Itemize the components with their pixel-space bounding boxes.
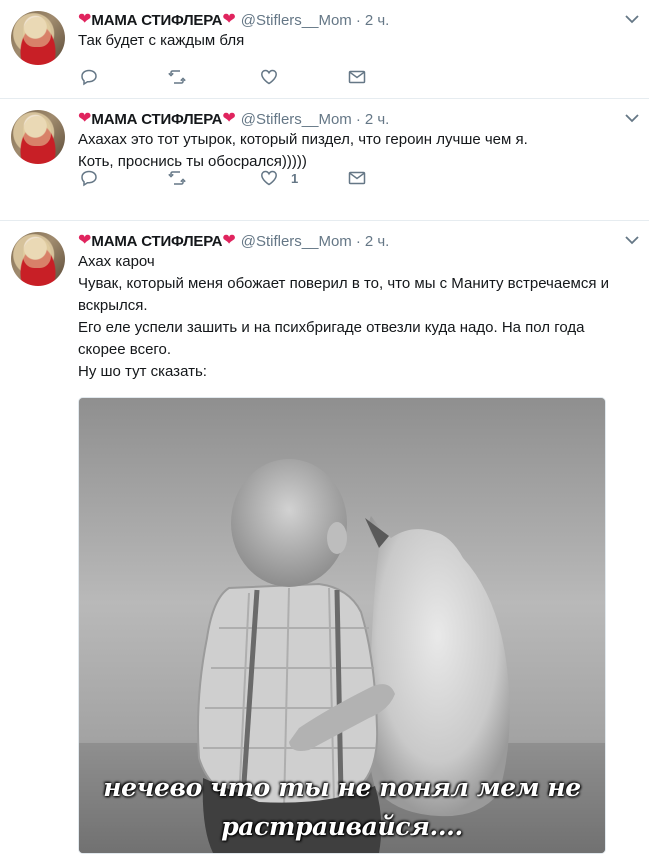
timestamp[interactable]: 2 ч.	[365, 111, 390, 128]
message-icon	[348, 171, 366, 185]
username[interactable]: @Stiflers__Mom	[241, 233, 352, 250]
username[interactable]: @Stiflers__Mom	[241, 111, 352, 128]
like-button[interactable]	[259, 66, 279, 88]
tweet-text: Ахах кароч Чувак, который меня обожает п…	[78, 251, 635, 383]
retweet-button[interactable]	[167, 66, 187, 88]
like-button[interactable]: 1	[259, 167, 298, 189]
tweet-text-line: Его еле успели зашить и на психбригаде о…	[78, 319, 585, 358]
chevron-down-icon[interactable]	[624, 14, 640, 24]
tweet-header: ❤ МАМА СТИФЛЕРА ❤ @Stiflers__Mom · 2 ч.	[78, 108, 649, 130]
separator-dot: ·	[355, 11, 361, 29]
heart-emoji-icon: ❤	[222, 11, 236, 28]
tweet-text-line: Ахах кароч	[78, 253, 155, 270]
display-name[interactable]: МАМА СТИФЛЕРА	[91, 233, 222, 250]
heart-emoji-icon: ❤	[78, 232, 92, 249]
image-caption: растраивайся....	[221, 812, 463, 841]
tweet-header: ❤ МАМА СТИФЛЕРА ❤ @Stiflers__Mom · 2 ч.	[78, 9, 649, 31]
message-icon	[348, 70, 366, 84]
like-icon	[261, 69, 277, 85]
tweet-text-line: Чувак, который меня обожает поверил в то…	[78, 275, 610, 314]
heart-emoji-icon: ❤	[78, 11, 92, 28]
message-button[interactable]	[347, 167, 367, 189]
reply-button[interactable]	[79, 66, 99, 88]
message-button[interactable]	[347, 66, 367, 88]
tweet-text-line: Так будет с каждым бля	[78, 32, 245, 49]
tweet[interactable]: ❤ МАМА СТИФЛЕРА ❤ @Stiflers__Mom · 2 ч. …	[0, 221, 649, 858]
tweet[interactable]: ❤ МАМА СТИФЛЕРА ❤ @Stiflers__Mom · 2 ч. …	[0, 99, 649, 221]
tweet-header: ❤ МАМА СТИФЛЕРА ❤ @Stiflers__Mom · 2 ч.	[78, 230, 649, 252]
display-name[interactable]: МАМА СТИФЛЕРА	[91, 111, 222, 128]
avatar[interactable]	[11, 110, 65, 164]
separator-dot: ·	[355, 110, 361, 128]
tweet-text: Так будет с каждым бля	[78, 30, 635, 52]
timestamp[interactable]: 2 ч.	[365, 233, 390, 250]
avatar[interactable]	[11, 11, 65, 65]
heart-emoji-icon: ❤	[78, 110, 92, 127]
retweet-icon	[168, 171, 186, 185]
chevron-down-icon[interactable]	[624, 235, 640, 245]
separator-dot: ·	[355, 232, 361, 250]
like-icon	[261, 170, 277, 186]
tweet-text-line: Ну шо тут сказать:	[78, 363, 207, 380]
retweet-button[interactable]	[167, 167, 187, 189]
tweet[interactable]: ❤ МАМА СТИФЛЕРА ❤ @Stiflers__Mom · 2 ч. …	[0, 0, 649, 99]
avatar[interactable]	[11, 232, 65, 286]
heart-emoji-icon: ❤	[222, 110, 236, 127]
heart-emoji-icon: ❤	[222, 232, 236, 249]
reply-button[interactable]	[79, 167, 99, 189]
tweet-text-line: Ахахах это тот утырок, который пиздел, ч…	[78, 131, 528, 148]
tweet-image[interactable]: нечево что ты не понял мем не растраивай…	[78, 397, 606, 854]
display-name[interactable]: МАМА СТИФЛЕРА	[91, 12, 222, 29]
image-caption: нечево что ты не понял мем не	[103, 773, 581, 802]
retweet-icon	[168, 70, 186, 84]
like-count: 1	[291, 170, 299, 186]
username[interactable]: @Stiflers__Mom	[241, 12, 352, 29]
chevron-down-icon[interactable]	[624, 113, 640, 123]
reply-icon	[81, 170, 97, 187]
reply-icon	[81, 69, 97, 86]
timestamp[interactable]: 2 ч.	[365, 12, 390, 29]
